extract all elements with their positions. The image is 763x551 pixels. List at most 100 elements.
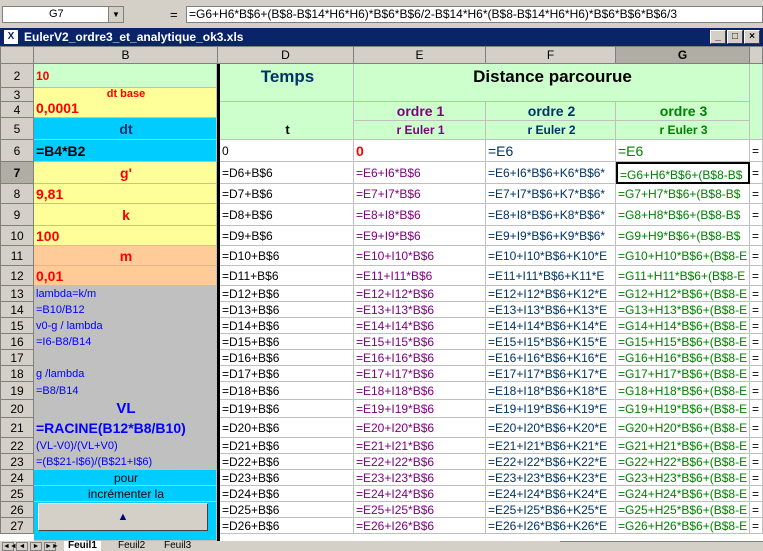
select-all-corner[interactable]	[0, 46, 34, 64]
formula-input[interactable]: =G6+H6*B$6+(B$8-B$14*H6*H6)*B$6*B$6/2-B$…	[186, 6, 763, 23]
cell-e9[interactable]: =E8+I8*B$6	[354, 204, 486, 226]
row-header-8[interactable]: 8	[0, 184, 34, 204]
cell-d14[interactable]: =D13+B$6	[220, 302, 354, 318]
row-header-12[interactable]: 12	[0, 266, 34, 286]
cell-g16[interactable]: =G15+H15*B$6+(B$8-E	[616, 334, 750, 350]
cell-b8[interactable]: 9,81	[34, 184, 217, 204]
cell-g11[interactable]: =G10+H10*B$6+(B$8-E	[616, 246, 750, 266]
cell-b11[interactable]: m	[34, 246, 217, 266]
cell-f14[interactable]: =E13+I13*B$6+K13*E	[486, 302, 616, 318]
cell-g24[interactable]: =G23+H23*B$6+(B$8-E	[616, 470, 750, 486]
cell-b25[interactable]: incrémenter la	[34, 486, 217, 502]
column-header-d[interactable]: D	[218, 46, 354, 64]
cell-e15[interactable]: =E14+I14*B$6	[354, 318, 486, 334]
cell-b21[interactable]: =RACINE(B12*B8/B10)	[34, 418, 217, 438]
cell-g9[interactable]: =G8+H8*B$6+(B$8-B$	[616, 204, 750, 226]
cell-e22[interactable]: =E21+I21*B$6	[354, 438, 486, 454]
cell-e11[interactable]: =E10+I10*B$6	[354, 246, 486, 266]
cell-g27[interactable]: =G26+H26*B$6+(B$8-E	[616, 518, 750, 534]
cell-f25[interactable]: =E24+I24*B$6+K24*E	[486, 486, 616, 502]
cell-d16[interactable]: =D15+B$6	[220, 334, 354, 350]
cell-d7[interactable]: =D6+B$6	[220, 162, 354, 184]
row-header-22[interactable]: 22	[0, 438, 34, 454]
cell-e24[interactable]: =E23+I23*B$6	[354, 470, 486, 486]
cell-g26[interactable]: =G25+H25*B$6+(B$8-E	[616, 502, 750, 518]
cell-d22[interactable]: =D21+B$6	[220, 438, 354, 454]
name-box-dropdown-icon[interactable]: ▼	[108, 6, 124, 23]
column-header-g[interactable]: G	[616, 46, 750, 64]
close-button[interactable]: ×	[744, 30, 760, 44]
cell-e16[interactable]: =E15+I15*B$6	[354, 334, 486, 350]
cell-g18[interactable]: =G17+H17*B$6+(B$8-E	[616, 366, 750, 382]
row-header-5[interactable]: 5	[0, 118, 34, 140]
cell-e23[interactable]: =E22+I22*B$6	[354, 454, 486, 470]
cell-f22[interactable]: =E21+I21*B$6+K21*E	[486, 438, 616, 454]
cell-f13[interactable]: =E12+I12*B$6+K12*E	[486, 286, 616, 302]
row-header-9[interactable]: 9	[0, 204, 34, 226]
cell-b20[interactable]: VL	[34, 400, 217, 418]
cell-e18[interactable]: =E17+I17*B$6	[354, 366, 486, 382]
row-header-27[interactable]: 27	[0, 518, 34, 534]
first-sheet-button[interactable]: ◄◄	[2, 542, 17, 551]
cell-e20[interactable]: =E19+I19*B$6	[354, 400, 486, 418]
cell-g21[interactable]: =G20+H20*B$6+(B$8-E	[616, 418, 750, 438]
cell-f15[interactable]: =E14+I14*B$6+K14*E	[486, 318, 616, 334]
cell-b17[interactable]	[34, 350, 217, 366]
cell-f16[interactable]: =E15+I15*B$6+K15*E	[486, 334, 616, 350]
cell-h16[interactable]: =	[750, 334, 763, 350]
cell-h24[interactable]: =	[750, 470, 763, 486]
cell-g13[interactable]: =G12+H12*B$6+(B$8-E	[616, 286, 750, 302]
cell-e10[interactable]: =E9+I9*B$6	[354, 226, 486, 246]
ordre3-header[interactable]: ordre 3	[616, 102, 750, 121]
row-header-18[interactable]: 18	[0, 366, 34, 382]
cell-h7[interactable]: =	[750, 162, 763, 184]
cell-e21[interactable]: =E20+I20*B$6	[354, 418, 486, 438]
cell-h6[interactable]: =	[750, 140, 763, 162]
cell-b5[interactable]: dt	[34, 118, 217, 140]
row-header-13[interactable]: 13	[0, 286, 34, 302]
cell-b2[interactable]: 10	[34, 64, 217, 88]
t-header[interactable]: t	[220, 102, 354, 140]
restore-button[interactable]: □	[727, 30, 743, 44]
cell-h20[interactable]: =	[750, 400, 763, 418]
cell-h12[interactable]: =	[750, 266, 763, 286]
cell-d18[interactable]: =D17+B$6	[220, 366, 354, 382]
cell-h18[interactable]: =	[750, 366, 763, 382]
cell-f17[interactable]: =E16+I16*B$6+K16*E	[486, 350, 616, 366]
cell-h13[interactable]: =	[750, 286, 763, 302]
cell-d27[interactable]: =D26+B$6	[220, 518, 354, 534]
cell-d6[interactable]: 0	[220, 140, 354, 162]
cell-d25[interactable]: =D24+B$6	[220, 486, 354, 502]
row-header-19[interactable]: 19	[0, 382, 34, 400]
cell-h17[interactable]: =	[750, 350, 763, 366]
cell-b15[interactable]: v0-g / lambda	[34, 318, 217, 334]
cell-f26[interactable]: =E25+I25*B$6+K25*E	[486, 502, 616, 518]
cell-g15[interactable]: =G14+H14*B$6+(B$8-E	[616, 318, 750, 334]
cell-d11[interactable]: =D10+B$6	[220, 246, 354, 266]
cell-b22[interactable]: (VL-V0)/(VL+V0)	[34, 438, 217, 454]
cell-e12[interactable]: =E11+I11*B$6	[354, 266, 486, 286]
euler2-header[interactable]: r Euler 2	[486, 121, 616, 140]
row-header-7[interactable]: 7	[0, 162, 34, 184]
cell-e14[interactable]: =E13+I13*B$6	[354, 302, 486, 318]
next-sheet-button[interactable]: ►	[30, 542, 42, 551]
cell-g14[interactable]: =G13+H13*B$6+(B$8-E	[616, 302, 750, 318]
cell-f9[interactable]: =E8+I8*B$6+K8*B$6*	[486, 204, 616, 226]
cell-h27[interactable]: =	[750, 518, 763, 534]
euler3-header[interactable]: r Euler 3	[616, 121, 750, 140]
row-header-15[interactable]: 15	[0, 318, 34, 334]
row-header-24[interactable]: 24	[0, 470, 34, 486]
cell-e8[interactable]: =E7+I7*B$6	[354, 184, 486, 204]
euler1-header[interactable]: r Euler 1	[354, 121, 486, 140]
cell-d8[interactable]: =D7+B$6	[220, 184, 354, 204]
cell-b6[interactable]: =B4*B2	[34, 140, 217, 162]
cell-f27[interactable]: =E26+I26*B$6+K26*E	[486, 518, 616, 534]
cell-d26[interactable]: =D25+B$6	[220, 502, 354, 518]
column-header-f[interactable]: F	[486, 46, 616, 64]
row-header-4[interactable]: 4	[0, 102, 34, 118]
cell-b12[interactable]: 0,01	[34, 266, 217, 286]
cell-b3-b4[interactable]: dt base 0,0001	[34, 88, 217, 118]
cell-b23[interactable]: =(B$21-I$6)/(B$21+I$6)	[34, 454, 217, 470]
row-header-10[interactable]: 10	[0, 226, 34, 246]
cell-d23[interactable]: =D22+B$6	[220, 454, 354, 470]
